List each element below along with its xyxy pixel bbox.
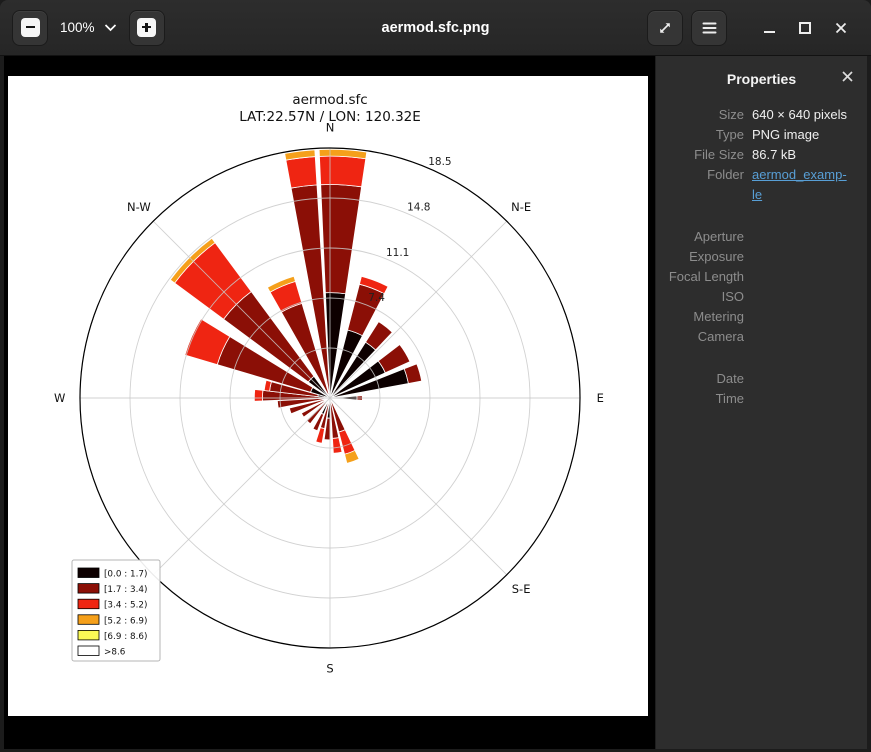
- minimize-button[interactable]: [755, 14, 783, 42]
- legend-swatch: [78, 599, 99, 609]
- displayed-image: 7.411.114.818.5NN-EES-ESS-WWN-W [0.0 : 1…: [8, 76, 648, 716]
- property-row-metering: Metering: [656, 307, 867, 327]
- zoom-in-button[interactable]: [129, 10, 165, 46]
- direction-label: S-E: [512, 582, 531, 596]
- legend-label: >8.6: [104, 648, 126, 658]
- legend-swatch: [78, 615, 99, 625]
- maximize-icon: [799, 22, 811, 34]
- properties-panel: Properties Size 640 × 640 pixels Type PN…: [655, 56, 867, 749]
- legend-swatch: [78, 568, 99, 578]
- direction-label: W: [54, 391, 65, 405]
- maximize-button[interactable]: [791, 14, 819, 42]
- properties-close-button[interactable]: [842, 70, 853, 85]
- zoom-in-icon: [137, 18, 156, 37]
- property-row-filesize: File Size 86.7 kB: [656, 145, 867, 165]
- window-title: aermod.sfc.png: [382, 20, 490, 36]
- direction-label: N-E: [511, 200, 531, 214]
- folder-link[interactable]: aermod_examp-le: [752, 165, 852, 205]
- grid-spoke: [153, 398, 330, 575]
- windrose-chart: 7.411.114.818.5NN-EES-ESS-WWN-W [0.0 : 1…: [8, 76, 648, 716]
- image-viewer-window: 100% aermod.sfc.png: [0, 0, 871, 752]
- legend-swatch: [78, 646, 99, 656]
- radial-tick-label: 7.4: [368, 292, 385, 304]
- direction-label: S: [326, 661, 333, 675]
- zoom-controls: 100%: [0, 10, 165, 46]
- chart-subtitle: LAT:22.57N / LON: 120.32E: [239, 109, 421, 125]
- windrose-petal-segment: [286, 157, 317, 189]
- legend-label: [6.9 : 8.6): [104, 632, 147, 642]
- legend-label: [0.0 : 1.7): [104, 570, 147, 580]
- property-row-camera: Camera: [656, 327, 867, 347]
- legend-swatch: [78, 630, 99, 640]
- close-icon: [842, 71, 853, 82]
- radial-tick-label: 11.1: [386, 247, 409, 259]
- chart-title: aermod.sfc: [292, 92, 367, 108]
- legend-swatch: [78, 584, 99, 594]
- zoom-level-value: 100%: [60, 20, 95, 35]
- legend-label: [5.2 : 6.9): [104, 616, 147, 626]
- image-canvas: 7.411.114.818.5NN-EES-ESS-WWN-W [0.0 : 1…: [4, 56, 655, 749]
- legend-label: [3.4 : 5.2): [104, 601, 147, 611]
- property-row-size: Size 640 × 640 pixels: [656, 105, 867, 125]
- property-row-folder: Folder aermod_examp-le: [656, 165, 867, 205]
- direction-label: N-W: [127, 200, 151, 214]
- windrose-petal-segment: [254, 389, 263, 401]
- hamburger-menu-icon: [702, 22, 717, 34]
- property-row-date: Date: [656, 369, 867, 389]
- close-icon: [835, 22, 847, 34]
- zoom-out-icon: [21, 18, 40, 37]
- zoom-level-dropdown[interactable]: 100%: [48, 20, 129, 35]
- property-row-focal-length: Focal Length: [656, 267, 867, 287]
- property-row-time: Time: [656, 389, 867, 409]
- grid-spoke: [330, 398, 507, 575]
- windrose-petals: [170, 149, 421, 463]
- headerbar[interactable]: 100% aermod.sfc.png: [0, 0, 871, 56]
- property-row-iso: ISO: [656, 287, 867, 307]
- radial-tick-label: 18.5: [428, 156, 451, 168]
- direction-label: E: [597, 391, 604, 405]
- fullscreen-button[interactable]: [647, 10, 683, 46]
- radial-tick-label: 14.8: [407, 202, 430, 214]
- menu-button[interactable]: [691, 10, 727, 46]
- legend-label: [1.7 : 3.4): [104, 585, 147, 595]
- minimize-icon: [764, 31, 775, 33]
- chevron-down-icon: [104, 23, 117, 32]
- close-button[interactable]: [827, 14, 855, 42]
- property-row-type: Type PNG image: [656, 125, 867, 145]
- property-row-aperture: Aperture: [656, 227, 867, 247]
- zoom-out-button[interactable]: [12, 10, 48, 46]
- fullscreen-icon: [657, 20, 673, 36]
- properties-title: Properties: [727, 71, 796, 87]
- windrose-petal-segment: [321, 184, 362, 293]
- windrose-petal-segment: [319, 156, 365, 187]
- chart-legend: [0.0 : 1.7) [1.7 : 3.4) [3.4 : 5.2) [5.2 : …: [72, 560, 160, 661]
- property-row-exposure: Exposure: [656, 247, 867, 267]
